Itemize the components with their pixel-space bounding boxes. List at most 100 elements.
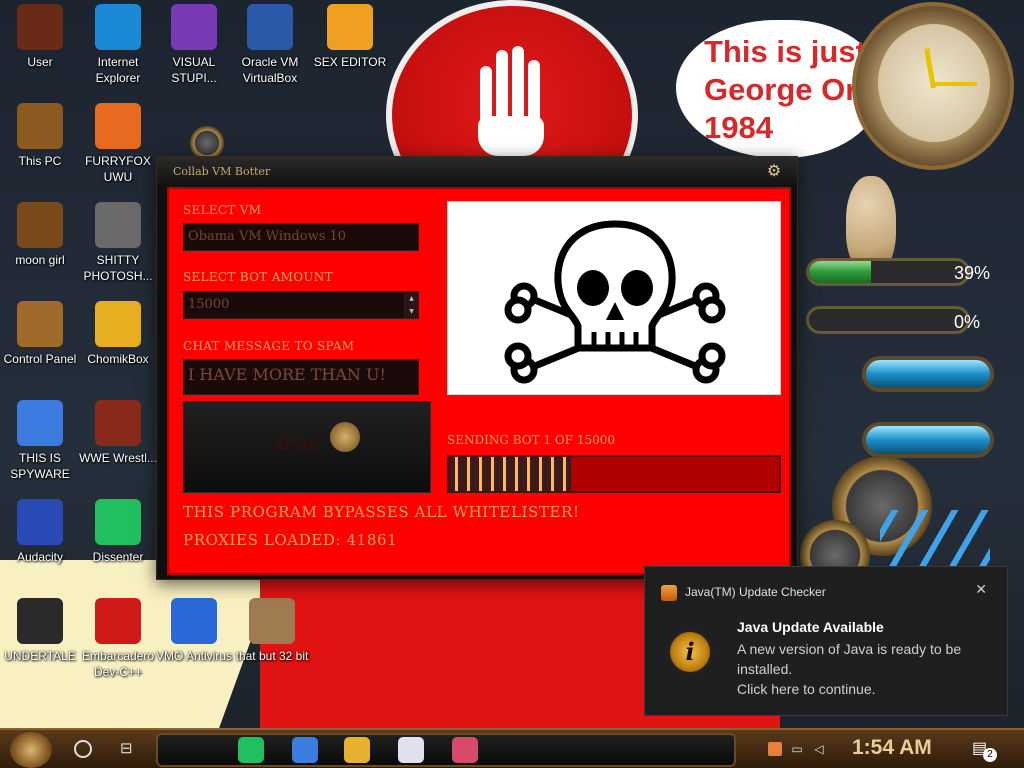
desktop-icon[interactable]: VISUAL STUPI...	[154, 4, 234, 86]
desktop-icon[interactable]: moon girl	[0, 202, 80, 268]
desktop-icon-label: Audacity	[16, 550, 64, 564]
desktop-icon[interactable]: THIS IS SPYWARE	[0, 400, 80, 482]
java-tray-icon[interactable]	[768, 742, 782, 756]
settings-gear-icon[interactable]: ⚙	[765, 163, 783, 181]
stop-hand-icon	[476, 46, 548, 156]
toast-body[interactable]: A new version of Java is ready to be ins…	[737, 639, 987, 699]
desktop-icon[interactable]: SHITTY PHOTOSH...	[78, 202, 158, 284]
taskbar-clock[interactable]: 1:54 AM	[852, 736, 932, 760]
memory-meter	[806, 306, 970, 334]
desktop-icon[interactable]: Internet Explorer	[78, 4, 158, 86]
lightbulb-icon	[17, 301, 63, 347]
shield-icon	[171, 598, 217, 644]
desktop-icon[interactable]: FURRYFOX UWU	[78, 103, 158, 185]
desktop-icon[interactable]: Oracle VM VirtualBox	[230, 4, 310, 86]
bot-amount-stepper[interactable]: 15000 ▲ ▼	[183, 291, 419, 319]
clock-minute-hand	[933, 82, 977, 86]
start-button[interactable]	[10, 732, 52, 768]
sending-progress-bar	[447, 455, 781, 493]
skull-crossbones-icon	[504, 220, 726, 384]
desktop-icon[interactable]: Embarcadero Dev-C++	[78, 598, 158, 680]
java-update-notification[interactable]: Java(TM) Update Checker ✕ i Java Update …	[644, 566, 1008, 716]
desktop-icon-label: This PC	[18, 154, 62, 168]
dissenter-taskbar-icon[interactable]	[238, 737, 264, 763]
search-icon[interactable]	[74, 740, 92, 758]
toast-title: Java Update Available	[737, 619, 884, 635]
spin-up-icon[interactable]: ▲	[405, 292, 418, 305]
cpu-meter-fill	[809, 261, 871, 283]
desktop-icon-label: SHITTY PHOTOSH...	[83, 253, 153, 283]
hxd-icon	[327, 4, 373, 50]
collab-vm-botter-window[interactable]: Collab VM Botter ⚙ SELECT VM Obama VM Wi…	[156, 156, 798, 580]
desktop-icon[interactable]: that but 32 bit	[232, 598, 312, 664]
desktop-icon[interactable]: ChomikBox	[78, 301, 158, 367]
attack-button[interactable]: ATTAC	[183, 401, 431, 493]
progress-label: SENDING BOT 1 OF 15000	[447, 433, 616, 447]
select-vm-input[interactable]: Obama VM Windows 10	[183, 223, 419, 251]
desktop-icon[interactable]: UNDERTALE	[0, 598, 80, 664]
window-titlebar[interactable]: Collab VM Botter ⚙	[157, 157, 797, 187]
document-taskbar-icon[interactable]	[398, 737, 424, 763]
attack-button-label: ATTAC	[274, 438, 319, 453]
window-body: SELECT VM Obama VM Windows 10 SELECT BOT…	[167, 187, 791, 575]
desktop-icon[interactable]: This PC	[0, 103, 80, 169]
desktop-icon[interactable]: Control Panel	[0, 301, 80, 367]
chomikbox-icon	[95, 301, 141, 347]
network-icon[interactable]: ▭	[790, 742, 804, 756]
app-taskbar-icon[interactable]	[452, 737, 478, 763]
chat-message-label: CHAT MESSAGE TO SPAM	[183, 339, 355, 353]
select-vm-label: SELECT VM	[183, 203, 262, 217]
notification-count-badge: 2	[983, 748, 997, 762]
progress-bar-fill	[449, 457, 572, 491]
desktop-icon-label: ChomikBox	[87, 352, 149, 366]
bot-amount-label: SELECT BOT AMOUNT	[183, 270, 333, 284]
audacity-icon	[17, 499, 63, 545]
proxies-loaded-text: PROXIES LOADED: 41861	[183, 531, 398, 549]
portrait-icon	[249, 598, 295, 644]
orwell-note-line-1: This is just	[704, 34, 866, 69]
desktop-icon[interactable]: Dissenter	[78, 499, 158, 565]
spin-down-icon[interactable]: ▼	[405, 305, 418, 318]
chrome-taskbar-icon[interactable]	[292, 737, 318, 763]
cpu-meter	[806, 258, 970, 286]
devcpp-icon	[95, 598, 141, 644]
bypass-notice: THIS PROGRAM BYPASSES ALL WHITELISTER!	[183, 503, 580, 521]
desktop-icon-label: FURRYFOX UWU	[85, 154, 151, 184]
user-folder-icon	[17, 4, 63, 50]
small-gear-decoration	[190, 126, 224, 160]
desktop-icon[interactable]: SEX EDITOR	[310, 4, 390, 70]
task-view-icon[interactable]: ⊟	[120, 740, 140, 758]
desktop-icon-label: WWE Wrestl...	[79, 451, 157, 465]
gimp-icon	[95, 202, 141, 248]
toast-app-name: Java(TM) Update Checker	[685, 585, 826, 599]
desktop-icon[interactable]: WWE Wrestl...	[78, 400, 158, 466]
desktop-icon-label: THIS IS SPYWARE	[10, 451, 70, 481]
desktop-icon[interactable]: User	[0, 4, 80, 70]
toast-body-action[interactable]: Click here to continue.	[737, 679, 987, 699]
bot-amount-spin-buttons[interactable]: ▲ ▼	[404, 292, 418, 318]
cpu-meter-label: 39%	[954, 263, 991, 283]
chat-message-input[interactable]: I HAVE MORE THAN U!	[183, 359, 419, 395]
desktop-icon[interactable]: VMO Antivirus	[154, 598, 234, 664]
desktop-icon-label: Embarcadero Dev-C++	[81, 649, 155, 679]
unity-icon	[17, 598, 63, 644]
radio-icon	[95, 400, 141, 446]
desktop-icon-label: that but 32 bit	[235, 649, 309, 663]
info-icon: i	[667, 629, 713, 675]
blue-tube-gauge-1	[862, 356, 994, 392]
cabinet-icon	[17, 202, 63, 248]
volume-muted-icon[interactable]: ◁	[812, 742, 826, 756]
desktop-icon[interactable]: Audacity	[0, 499, 80, 565]
dissenter-icon	[95, 499, 141, 545]
edge-icon	[95, 4, 141, 50]
java-icon	[661, 585, 677, 601]
desktop-icon-label: UNDERTALE	[4, 649, 76, 663]
computer-icon	[17, 103, 63, 149]
desktop-icon-label: moon girl	[15, 253, 65, 267]
taskbar: ⊟ ▭ ◁ 1:54 AM ▤ 2	[0, 728, 1024, 768]
desktop-icon-label: SEX EDITOR	[313, 55, 387, 69]
blue-tube-gauge-2	[862, 422, 994, 458]
close-icon[interactable]: ✕	[975, 581, 987, 598]
file-explorer-taskbar-icon[interactable]	[344, 737, 370, 763]
virtualbox-icon	[247, 4, 293, 50]
